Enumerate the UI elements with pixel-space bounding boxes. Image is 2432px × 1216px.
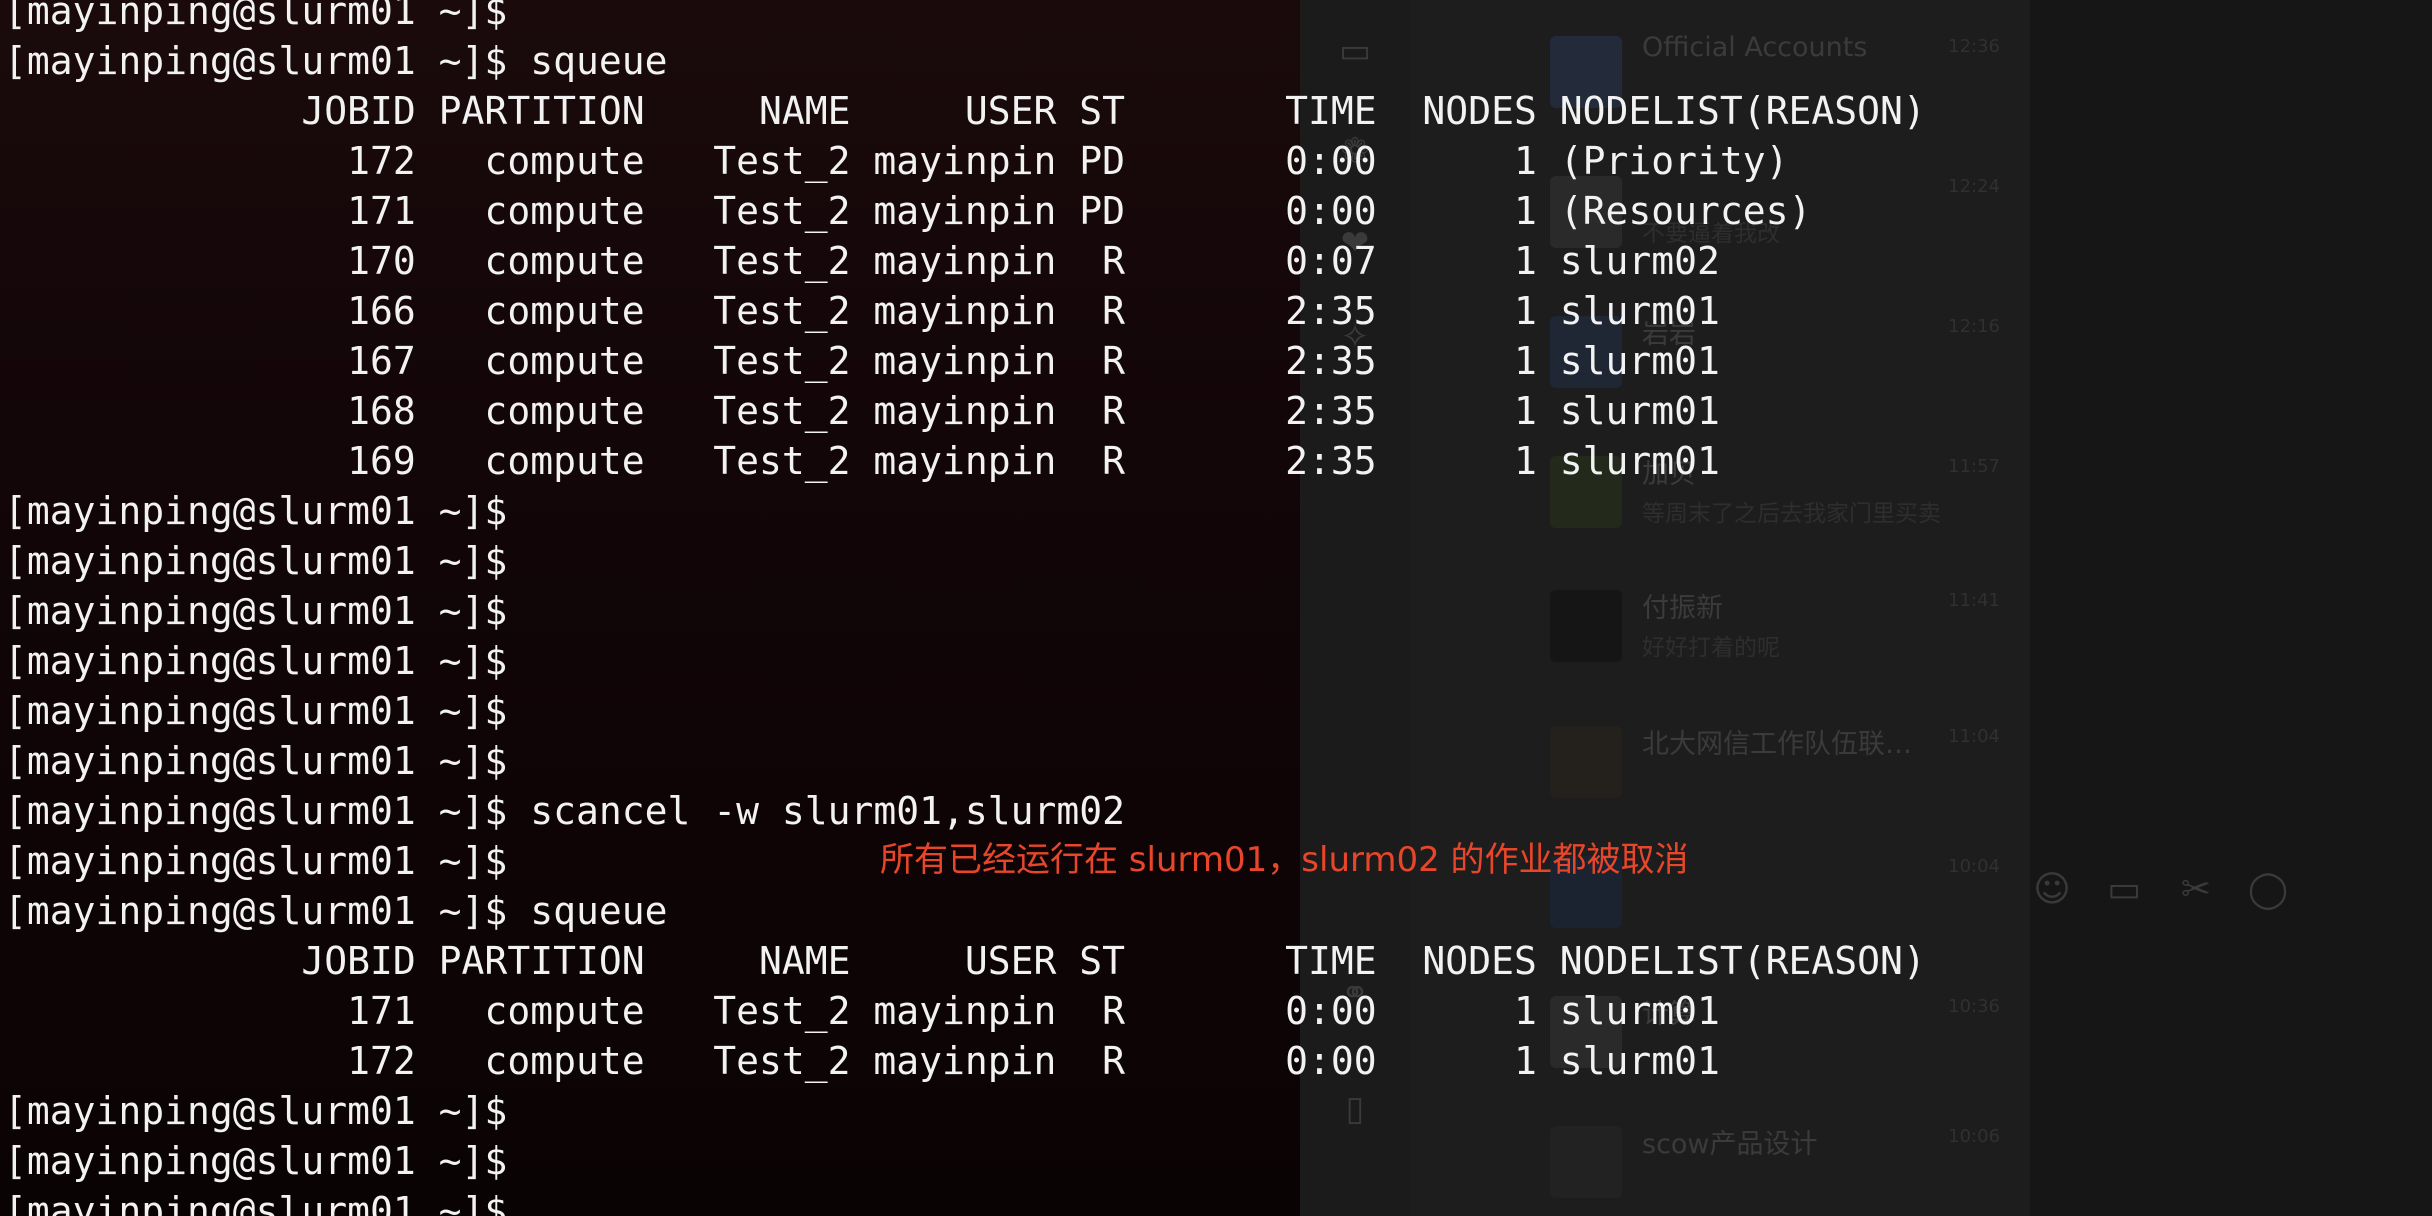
- terminal-line: 167 compute Test_2 mayinpin R 2:35 1 slu…: [4, 339, 1720, 383]
- terminal-line: [mayinping@slurm01 ~]$: [4, 1089, 508, 1133]
- terminal-line: [mayinping@slurm01 ~]$: [4, 739, 508, 783]
- chat-time: 12:36: [1948, 36, 2000, 57]
- terminal-line: [mayinping@slurm01 ~]$ squeue: [4, 889, 668, 933]
- chat-time: 10:06: [1948, 1126, 2000, 1147]
- terminal-line: 171 compute Test_2 mayinpin PD 0:00 1 (R…: [4, 189, 1812, 233]
- chat-time: 11:41: [1948, 590, 2000, 611]
- terminal-line: [mayinping@slurm01 ~]$: [4, 589, 508, 633]
- emoji-icon: ☺: [2033, 869, 2071, 910]
- terminal-line: 172 compute Test_2 mayinpin PD 0:00 1 (P…: [4, 139, 1789, 183]
- chat-time: 12:16: [1948, 316, 2000, 337]
- terminal-window[interactable]: [mayinping@slurm01 ~]$ [mayinping@slurm0…: [0, 0, 1926, 1216]
- terminal-line: 169 compute Test_2 mayinpin R 2:35 1 slu…: [4, 439, 1720, 483]
- scissors-icon: ✂: [2180, 869, 2212, 910]
- terminal-line: [mayinping@slurm01 ~]$: [4, 639, 508, 683]
- terminal-line: [mayinping@slurm01 ~]$: [4, 489, 508, 533]
- chat-time: 10:04: [1948, 856, 2000, 877]
- terminal-line: [mayinping@slurm01 ~]$: [4, 0, 508, 33]
- background-chat-window: ☺ ▭ ✂ ◯: [2030, 0, 2432, 1216]
- terminal-line: [mayinping@slurm01 ~]$ scancel -w slurm0…: [4, 789, 1126, 833]
- terminal-line: 166 compute Test_2 mayinpin R 2:35 1 slu…: [4, 289, 1720, 333]
- chat-time: 10:36: [1948, 996, 2000, 1017]
- chat-time: 11:04: [1948, 726, 2000, 747]
- terminal-line: [mayinping@slurm01 ~]$: [4, 539, 508, 583]
- chat-bubble-icon: ◯: [2247, 869, 2289, 910]
- terminal-line: [mayinping@slurm01 ~]$: [4, 689, 508, 733]
- terminal-line: [mayinping@slurm01 ~]$: [4, 1189, 508, 1216]
- terminal-line: JOBID PARTITION NAME USER ST TIME NODES …: [4, 89, 1926, 133]
- terminal-line: 168 compute Test_2 mayinpin R 2:35 1 slu…: [4, 389, 1720, 433]
- folder-icon: ▭: [2106, 869, 2141, 910]
- terminal-line: [mayinping@slurm01 ~]$: [4, 1139, 508, 1183]
- terminal-line: 170 compute Test_2 mayinpin R 0:07 1 slu…: [4, 239, 1720, 283]
- terminal-line: [mayinping@slurm01 ~]$ squeue: [4, 39, 668, 83]
- terminal-line: JOBID PARTITION NAME USER ST TIME NODES …: [4, 939, 1926, 983]
- terminal-line: 171 compute Test_2 mayinpin R 0:00 1 slu…: [4, 989, 1720, 1033]
- chat-time: 11:57: [1948, 456, 2000, 477]
- chat-time: 12:24: [1948, 176, 2000, 197]
- terminal-line: 172 compute Test_2 mayinpin R 0:00 1 slu…: [4, 1039, 1720, 1083]
- annotation-caption: 所有已经运行在 slurm01，slurm02 的作业都被取消: [880, 840, 1689, 880]
- terminal-output: [mayinping@slurm01 ~]$ [mayinping@slurm0…: [4, 0, 1926, 1216]
- screen: ▭ ❁ ❤ ✧ ⚭ ▯ Official Accounts 12:36 不要逼着…: [0, 0, 2432, 1216]
